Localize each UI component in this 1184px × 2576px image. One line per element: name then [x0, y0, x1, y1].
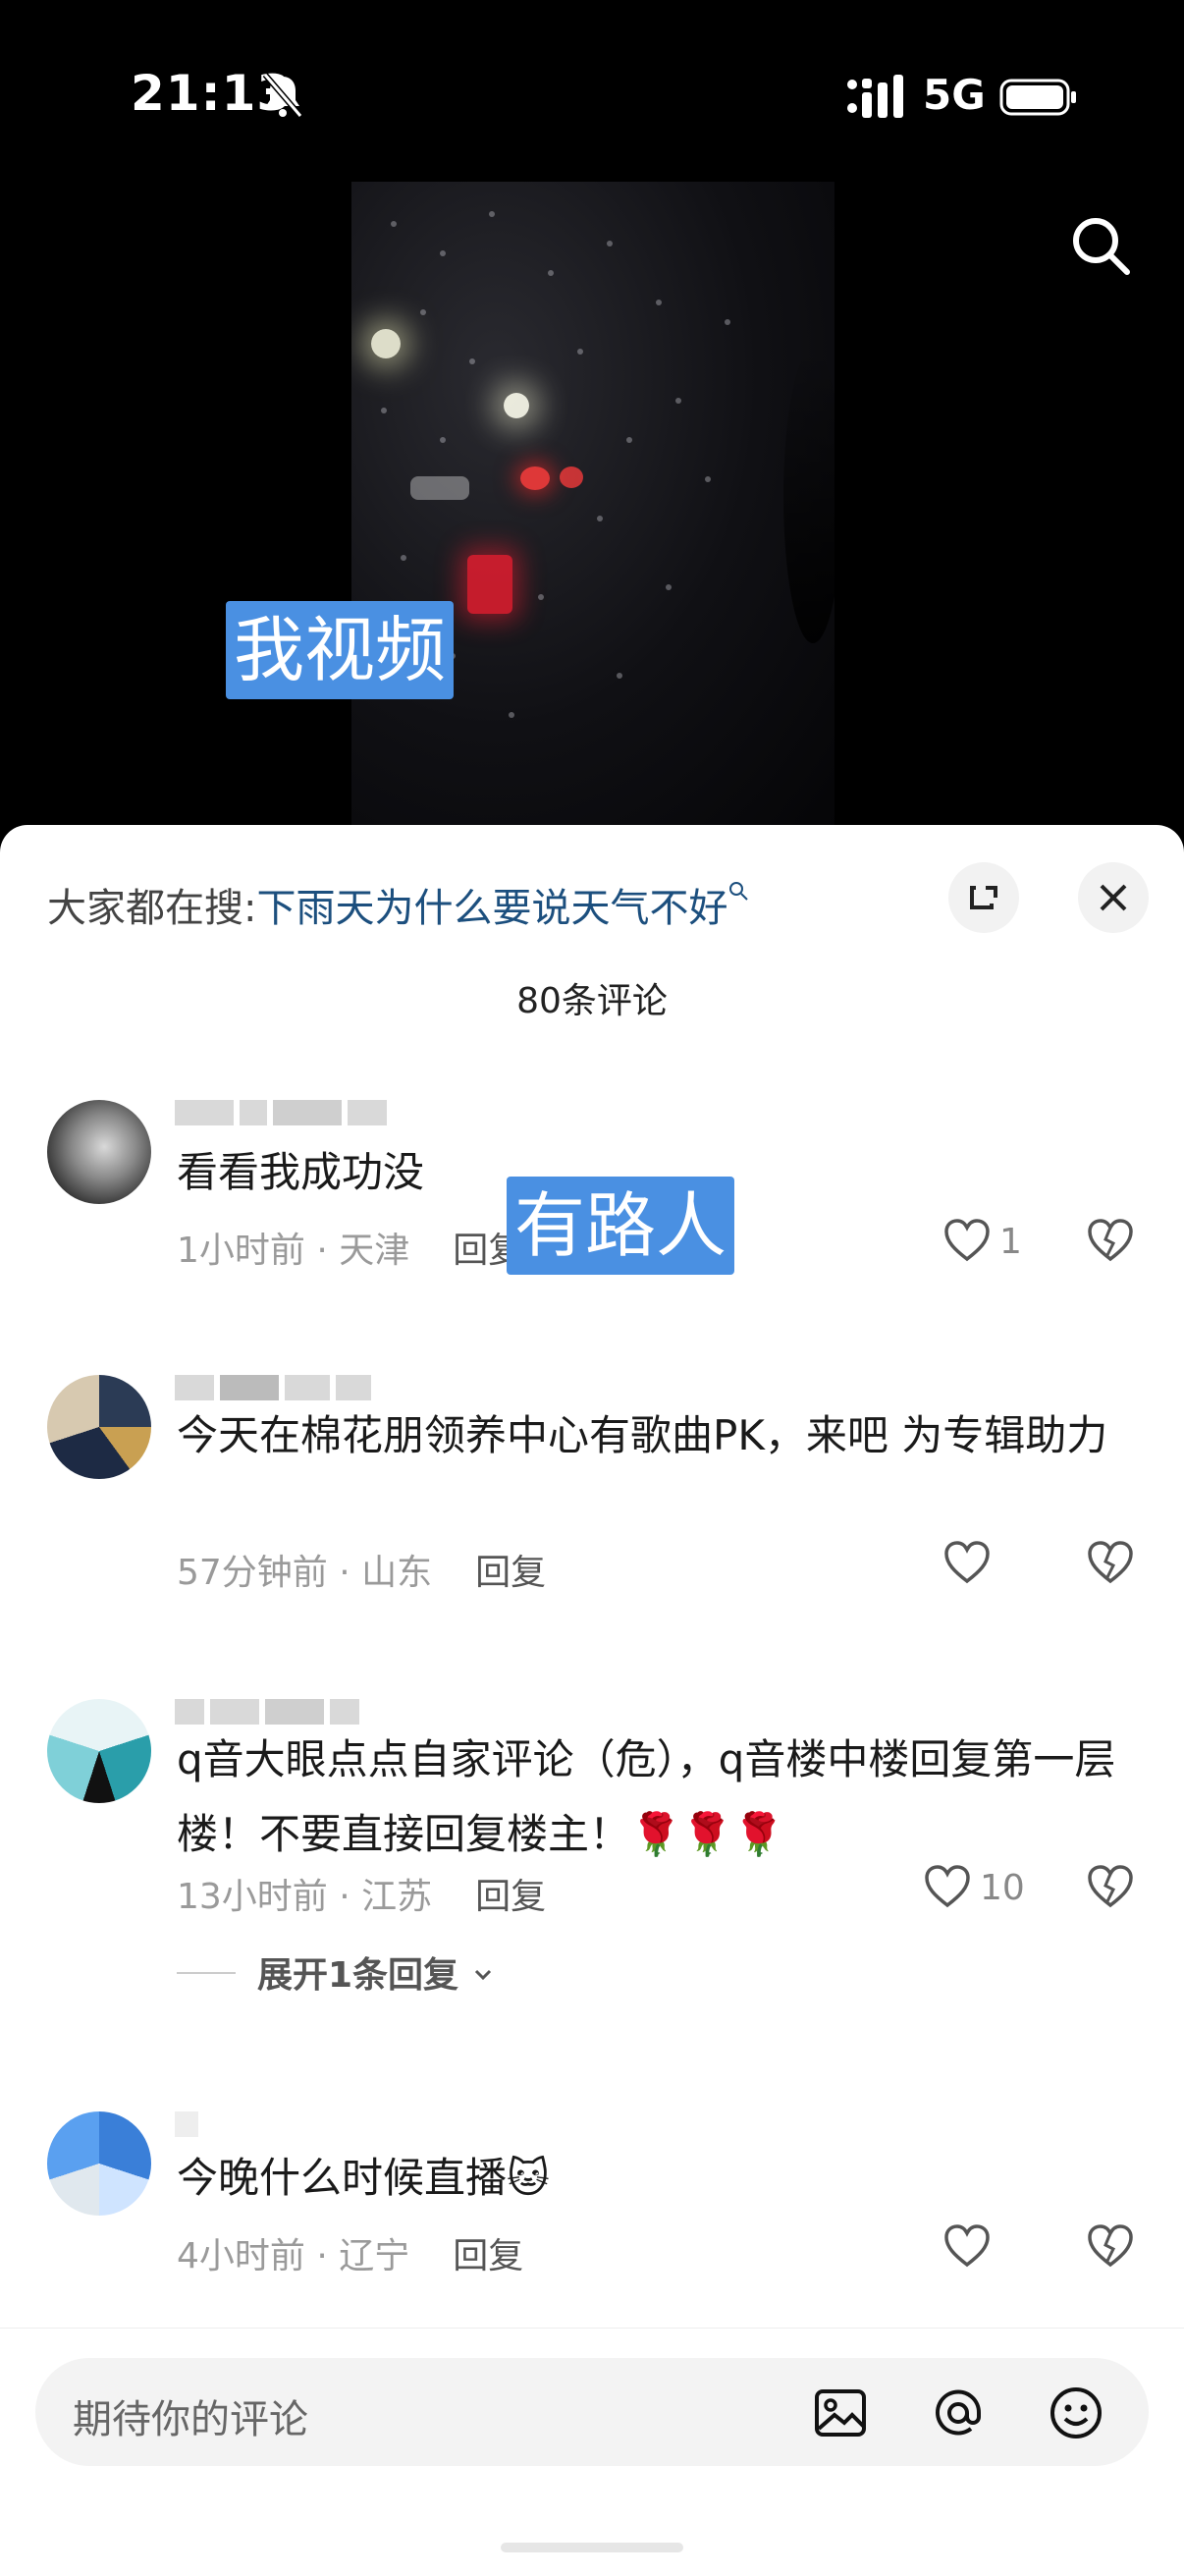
- comment-input[interactable]: 期待你的评论: [35, 2358, 1149, 2466]
- heart-icon: [944, 1219, 990, 1262]
- like-button[interactable]: [942, 2221, 1060, 2276]
- image-icon[interactable]: [811, 2384, 870, 2442]
- comment-text: q音大眼点点自家评论（危），q音楼中楼回复第一层楼！不要直接回复楼主！🌹🌹🌹: [177, 1735, 1116, 1858]
- search-icon[interactable]: [1066, 211, 1135, 280]
- heart-icon: [925, 1865, 970, 1908]
- comment-time-location: 13小时前 · 江苏: [177, 1877, 433, 1917]
- comment-sheet: 大家都在搜:下雨天为什么要说天气不好 80条评论 看看我成功没 1小时前 · 天…: [0, 825, 1184, 2575]
- like-button[interactable]: [942, 1538, 1060, 1593]
- broken-heart-icon[interactable]: [1086, 1538, 1135, 1587]
- broken-heart-icon[interactable]: [1086, 1216, 1135, 1265]
- comment-overlay-label: 有路人: [507, 1177, 735, 1275]
- comment-meta: 13小时前 · 江苏 回复: [177, 1868, 546, 1919]
- reply-button[interactable]: 回复: [475, 1553, 546, 1593]
- comment-count: 80条评论: [516, 981, 668, 1021]
- battery-icon: [999, 79, 1076, 116]
- like-count: 10: [980, 1868, 1025, 1908]
- reply-button[interactable]: 回复: [453, 2236, 523, 2276]
- avatar[interactable]: [47, 2111, 151, 2216]
- broken-heart-icon[interactable]: [1086, 1862, 1135, 1911]
- video-frame[interactable]: [351, 182, 834, 830]
- avatar[interactable]: [47, 1699, 151, 1803]
- chevron-down-icon: [474, 1969, 491, 1981]
- signal-icon: [847, 75, 903, 118]
- bell-off-icon: [262, 73, 303, 118]
- expand-button[interactable]: [948, 862, 1019, 933]
- comment-input-placeholder: 期待你的评论: [73, 2397, 308, 2442]
- expand-replies-button[interactable]: 展开1条回复: [257, 1946, 495, 1998]
- avatar[interactable]: [47, 1375, 151, 1479]
- heart-icon: [944, 2224, 990, 2268]
- like-button[interactable]: 10: [923, 1862, 1041, 1917]
- broken-heart-icon[interactable]: [1086, 2221, 1135, 2271]
- heart-icon: [944, 1541, 990, 1584]
- comment-meta: 4小时前 · 辽宁 回复: [177, 2227, 523, 2278]
- comment-time-location: 57分钟前 · 山东: [177, 1553, 433, 1593]
- username-blurred[interactable]: [175, 1100, 393, 1129]
- at-icon[interactable]: [929, 2384, 988, 2442]
- hot-search-prefix: 大家都在搜:: [47, 886, 257, 931]
- hot-search-term[interactable]: 下雨天为什么要说天气不好: [256, 886, 727, 931]
- comment-meta: 1小时前 · 天津 回复: [177, 1222, 523, 1273]
- hot-search[interactable]: 大家都在搜:下雨天为什么要说天气不好: [47, 876, 751, 933]
- comment-text: 今天在棉花朋领养中心有歌曲PK，来吧 为专辑助力: [177, 1411, 1108, 1459]
- avatar[interactable]: [47, 1100, 151, 1204]
- expand-divider: [177, 1972, 236, 1974]
- reply-button[interactable]: 回复: [475, 1877, 546, 1917]
- emoji-icon[interactable]: [1047, 2384, 1105, 2442]
- close-icon: [1100, 884, 1127, 911]
- comment-text: 今晚什么时候直播🐱: [177, 2154, 550, 2202]
- like-count: 1: [999, 1222, 1022, 1262]
- close-button[interactable]: [1078, 862, 1149, 933]
- home-indicator[interactable]: [501, 2543, 683, 2552]
- video-overlay-label: 我视频: [226, 601, 455, 699]
- comment-time-location: 4小时前 · 辽宁: [177, 2236, 410, 2276]
- comment-input-bar: 期待你的评论: [0, 2328, 1184, 2576]
- like-button[interactable]: 1: [942, 1216, 1060, 1271]
- comment-meta: 57分钟前 · 山东 回复: [177, 1544, 546, 1595]
- search-icon: [729, 882, 749, 901]
- comment-time-location: 1小时前 · 天津: [177, 1231, 410, 1271]
- expand-replies-label: 展开1条回复: [257, 1955, 459, 1996]
- username-blurred[interactable]: [175, 2111, 204, 2141]
- expand-icon: [970, 886, 997, 909]
- status-bar: 21:13 5G: [0, 0, 1184, 187]
- network-type: 5G: [923, 71, 986, 119]
